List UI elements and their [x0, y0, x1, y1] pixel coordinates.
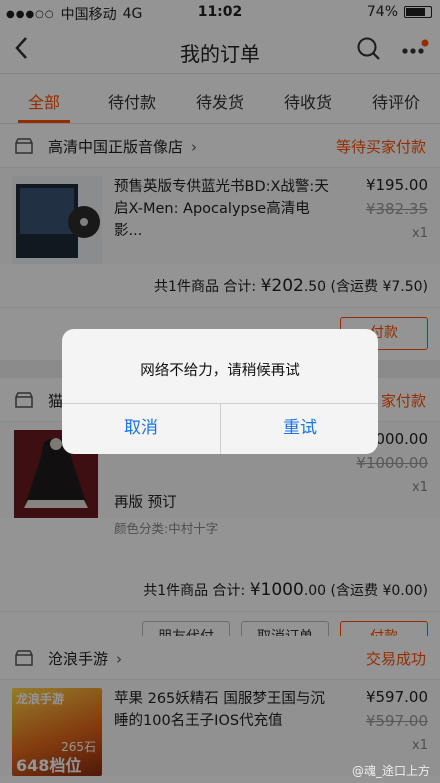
watermark: @魂_途口上方	[351, 764, 430, 778]
network-error-alert: 网络不给力，请稍候再试 取消 重试	[62, 329, 378, 454]
alert-message: 网络不给力，请稍候再试	[140, 363, 300, 379]
alert-retry-button[interactable]: 重试	[221, 403, 378, 454]
alert-cancel-button[interactable]: 取消	[62, 403, 220, 454]
